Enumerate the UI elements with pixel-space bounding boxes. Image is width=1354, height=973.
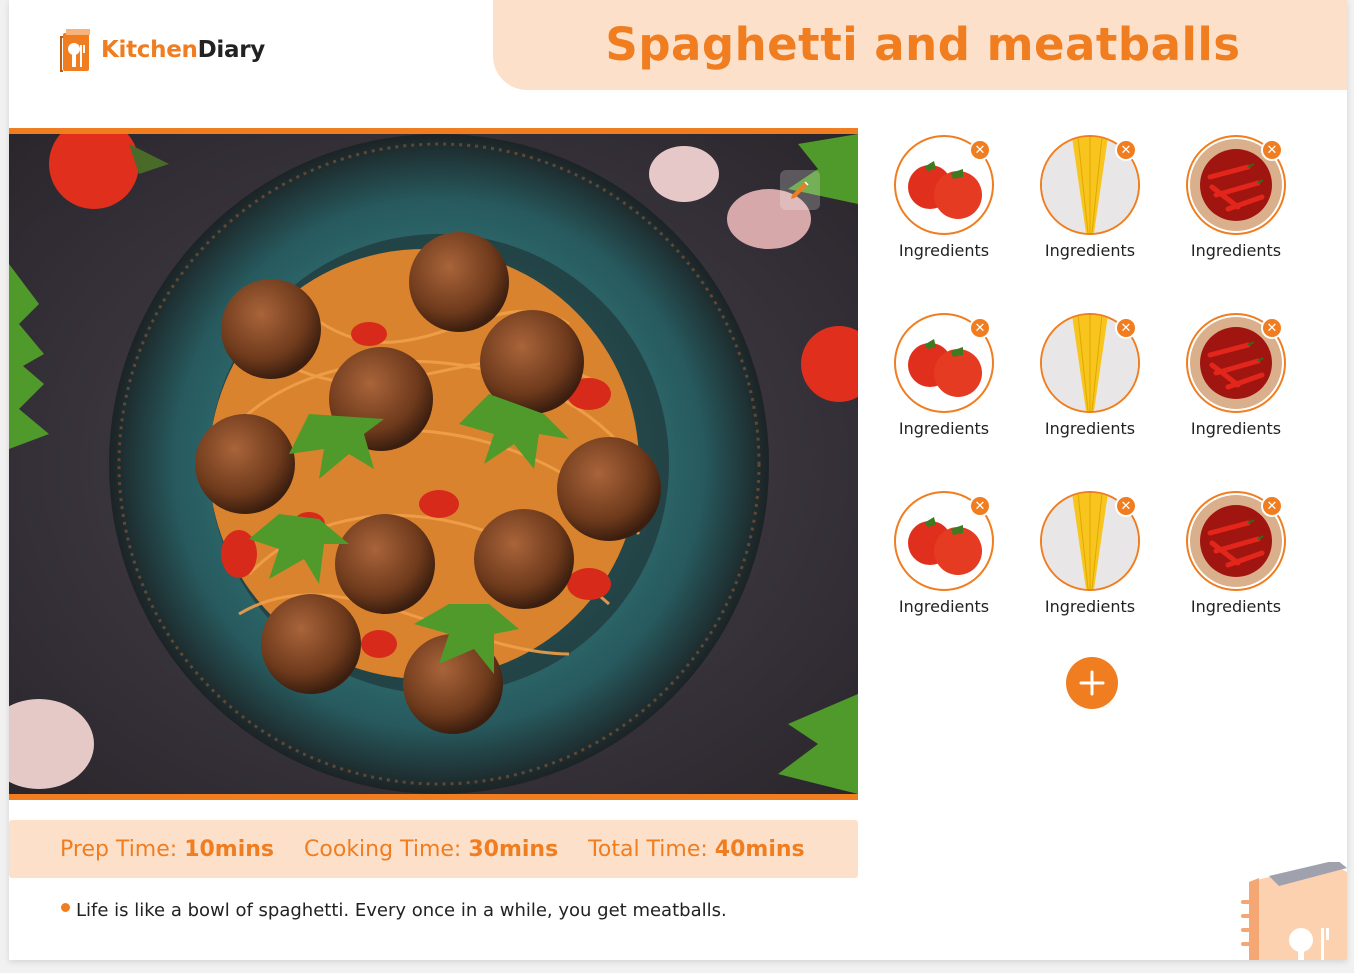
remove-ingredient-button[interactable]: ✕ bbox=[969, 139, 991, 161]
ingredient-item[interactable]: ✕ Ingredients bbox=[1176, 135, 1296, 260]
ingredient-label: Ingredients bbox=[1190, 597, 1282, 616]
edit-photo-button[interactable] bbox=[780, 170, 820, 210]
remove-ingredient-button[interactable]: ✕ bbox=[969, 495, 991, 517]
remove-ingredient-button[interactable]: ✕ bbox=[1261, 139, 1283, 161]
quote-text: Life is like a bowl of spaghetti. Every … bbox=[76, 900, 727, 921]
recipe-quote: Life is like a bowl of spaghetti. Every … bbox=[61, 900, 727, 921]
bullet-icon bbox=[61, 903, 70, 912]
remove-ingredient-button[interactable]: ✕ bbox=[1115, 317, 1137, 339]
remove-ingredient-button[interactable]: ✕ bbox=[1115, 139, 1137, 161]
spaghetti-photo-image bbox=[9, 134, 858, 794]
ingredient-item[interactable]: ✕ Ingredients bbox=[1176, 313, 1296, 438]
remove-ingredient-button[interactable]: ✕ bbox=[1115, 495, 1137, 517]
ingredient-label: Ingredients bbox=[1190, 241, 1282, 260]
remove-ingredient-button[interactable]: ✕ bbox=[1261, 317, 1283, 339]
remove-ingredient-button[interactable]: ✕ bbox=[1261, 495, 1283, 517]
ingredient-label: Ingredients bbox=[898, 241, 990, 260]
ingredient-item[interactable]: ✕ Ingredients bbox=[884, 313, 1004, 438]
recipe-photo bbox=[9, 128, 858, 800]
remove-ingredient-button[interactable]: ✕ bbox=[969, 317, 991, 339]
title-banner: Spaghetti and meatballs bbox=[493, 0, 1347, 90]
page-title: Spaghetti and meatballs bbox=[605, 17, 1241, 71]
ingredient-item[interactable]: ✕ Ingredients bbox=[1030, 491, 1150, 616]
ingredient-label: Ingredients bbox=[1044, 597, 1136, 616]
ingredient-item[interactable]: ✕ Ingredients bbox=[1030, 135, 1150, 260]
book-watermark-icon bbox=[1241, 862, 1347, 960]
ingredient-label: Ingredients bbox=[1190, 419, 1282, 438]
ingredient-item[interactable]: ✕ Ingredients bbox=[884, 491, 1004, 616]
pencil-icon bbox=[791, 181, 809, 199]
brand-name: KitchenDiary bbox=[101, 37, 265, 63]
ingredient-label: Ingredients bbox=[1044, 419, 1136, 438]
brand-logo[interactable]: KitchenDiary bbox=[59, 27, 265, 73]
ingredient-item[interactable]: ✕ Ingredients bbox=[1030, 313, 1150, 438]
prep-time: Prep Time: 10mins bbox=[60, 836, 275, 862]
ingredient-item[interactable]: ✕ Ingredients bbox=[1176, 491, 1296, 616]
plus-icon bbox=[1079, 670, 1105, 696]
recipe-card: KitchenDiary Spaghetti and meatballs Pre… bbox=[9, 0, 1347, 960]
ingredient-label: Ingredients bbox=[898, 419, 990, 438]
book-logo-icon bbox=[60, 29, 90, 72]
ingredient-item[interactable]: ✕ Ingredients bbox=[884, 135, 1004, 260]
add-ingredient-button[interactable] bbox=[1066, 657, 1118, 709]
time-info-bar: Prep Time: 10mins Cooking Time: 30mins T… bbox=[9, 820, 858, 878]
cooking-time: Cooking Time: 30mins bbox=[304, 836, 559, 862]
ingredient-label: Ingredients bbox=[1044, 241, 1136, 260]
ingredient-label: Ingredients bbox=[898, 597, 990, 616]
total-time: Total Time: 40mins bbox=[588, 836, 805, 862]
